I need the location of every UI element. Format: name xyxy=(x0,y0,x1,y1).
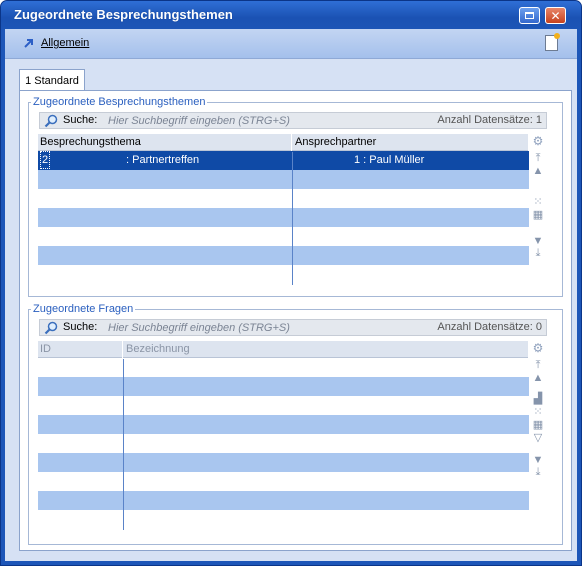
table-row xyxy=(38,265,529,284)
search-bar-fragen: Suche: Anzahl Datensätze: 0 xyxy=(39,319,547,336)
maximize-button[interactable] xyxy=(519,7,540,24)
topic-name-cell: : Partnertreffen xyxy=(126,154,200,166)
table-row xyxy=(38,396,529,415)
dots-grid-icon[interactable]: ⁙ xyxy=(531,405,545,418)
grid-themen: Besprechungsthema Ansprechpartner 2 : Pa… xyxy=(38,134,529,286)
column-divider xyxy=(292,152,293,285)
table-row xyxy=(38,434,529,453)
tab-page-standard: Zugeordnete Besprechungsthemen Suche: An… xyxy=(19,90,572,551)
toolbar: Allgemein xyxy=(5,29,577,59)
column-divider xyxy=(123,359,124,530)
table-grid-icon[interactable]: ▦ xyxy=(531,418,545,431)
move-down-icon[interactable]: ▼ xyxy=(531,454,545,466)
grid-fragen: ID Bezeichnung xyxy=(38,341,529,531)
move-up-icon[interactable]: ▲ xyxy=(531,372,545,384)
grid-header: Besprechungsthema Ansprechpartner xyxy=(38,134,529,151)
table-row xyxy=(38,170,529,189)
grid-side-controls: ⚙ ⤒ ▲ ⁙ ▦ ▼ ⤓ xyxy=(531,134,545,260)
group-fragen: Zugeordnete Fragen Suche: Anzahl Datensä… xyxy=(28,303,563,545)
dialog-client-area: Allgemein 1 Standard Zugeordnete Besprec… xyxy=(5,29,577,561)
move-up-icon[interactable]: ▲ xyxy=(531,165,545,177)
search-bar-themen: Suche: Anzahl Datensätze: 1 xyxy=(39,112,547,129)
search-label: Suche: xyxy=(63,114,98,126)
move-last-icon[interactable]: ⤓ xyxy=(531,466,545,479)
topic-id-cell: 2 xyxy=(40,151,51,169)
table-row[interactable]: 2 : Partnertreffen 1 : Paul Müller xyxy=(38,151,529,170)
table-row xyxy=(38,208,529,227)
search-input-themen[interactable] xyxy=(108,114,358,128)
search-icon xyxy=(44,321,58,335)
table-row xyxy=(38,246,529,265)
filter-icon[interactable]: ▽ xyxy=(531,431,545,444)
table-row xyxy=(38,415,529,434)
new-note-icon[interactable] xyxy=(545,33,560,51)
close-icon: ✕ xyxy=(550,8,561,23)
gear-icon[interactable]: ⚙ xyxy=(531,134,545,148)
table-row xyxy=(38,227,529,246)
dialog-window: Zugeordnete Besprechungsthemen ✕ Allgeme… xyxy=(0,0,582,566)
maximize-icon xyxy=(525,12,534,19)
arrow-up-right-icon xyxy=(24,39,33,48)
column-header-besprechungsthema[interactable]: Besprechungsthema xyxy=(38,134,292,151)
record-count: Anzahl Datensätze: 0 xyxy=(437,321,542,333)
group-fragen-legend: Zugeordnete Fragen xyxy=(33,303,134,315)
table-row xyxy=(38,453,529,472)
allgemein-button[interactable]: Allgemein xyxy=(23,37,89,49)
table-row xyxy=(38,491,529,510)
move-first-icon[interactable]: ⤒ xyxy=(531,359,545,372)
grid-side-controls: ⚙ ⤒ ▲ ▟ ⁙ ▦ ▽ ▼ ⤓ xyxy=(531,341,545,479)
table-row xyxy=(38,510,529,529)
table-row xyxy=(38,189,529,208)
grid-header: ID Bezeichnung xyxy=(38,341,529,358)
column-header-id[interactable]: ID xyxy=(38,341,123,358)
move-last-icon[interactable]: ⤓ xyxy=(531,247,545,260)
search-label: Suche: xyxy=(63,321,98,333)
table-row xyxy=(38,377,529,396)
contact-cell: 1 : Paul Müller xyxy=(354,154,425,166)
move-first-icon[interactable]: ⤒ xyxy=(531,152,545,165)
column-header-ansprechpartner[interactable]: Ansprechpartner xyxy=(293,134,529,151)
record-count: Anzahl Datensätze: 1 xyxy=(437,114,542,126)
table-row xyxy=(38,358,529,377)
window-title: Zugeordnete Besprechungsthemen xyxy=(14,7,233,22)
tab-standard[interactable]: 1 Standard xyxy=(19,69,85,91)
move-down-icon[interactable]: ▼ xyxy=(531,235,545,247)
close-button[interactable]: ✕ xyxy=(545,7,566,24)
column-header-bezeichnung[interactable]: Bezeichnung xyxy=(124,341,529,358)
dots-grid-icon[interactable]: ⁙ xyxy=(531,195,545,208)
chart-icon[interactable]: ▟ xyxy=(531,392,545,405)
table-row xyxy=(38,472,529,491)
search-icon xyxy=(44,114,58,128)
group-besprechungsthemen-legend: Zugeordnete Besprechungsthemen xyxy=(33,96,206,108)
allgemein-label: Allgemein xyxy=(41,37,90,49)
gear-icon[interactable]: ⚙ xyxy=(531,341,545,355)
group-besprechungsthemen: Zugeordnete Besprechungsthemen Suche: An… xyxy=(28,96,563,297)
search-input-fragen[interactable] xyxy=(108,321,358,335)
table-grid-icon[interactable]: ▦ xyxy=(531,208,545,221)
title-bar: Zugeordnete Besprechungsthemen ✕ xyxy=(1,1,581,29)
